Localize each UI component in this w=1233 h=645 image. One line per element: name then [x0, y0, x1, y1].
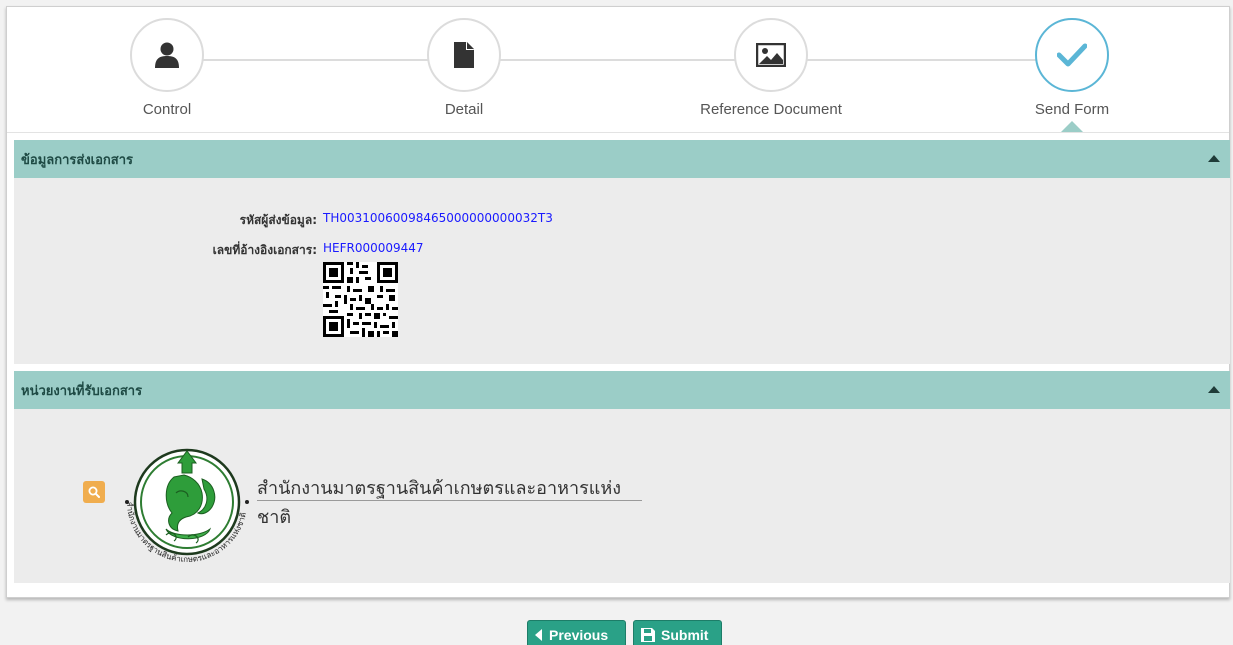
active-step-indicator — [1061, 121, 1083, 132]
search-agency-button[interactable] — [83, 481, 105, 503]
step-detail[interactable]: Detail — [384, 18, 544, 118]
sender-id-value: TH00310060098465000000000032T3 — [323, 211, 553, 225]
step-detail-label: Detail — [444, 101, 484, 118]
step-reference-label: Reference Document — [700, 101, 842, 118]
submit-button[interactable]: Submit — [633, 620, 722, 645]
save-icon — [641, 628, 655, 642]
reference-no-value: HEFR000009447 — [323, 241, 424, 255]
collapse-up-icon[interactable] — [1208, 155, 1220, 162]
step-control-label: Control — [142, 101, 192, 118]
sender-id-row: รหัสผู้ส่งข้อมูล: — [14, 211, 317, 227]
agency-panel: หน่วยงานที่รับเอกสาร สำนักงานมาตรฐานสินค… — [14, 371, 1230, 583]
step-reference-document[interactable]: Reference Document — [691, 18, 851, 118]
step-send-form-circle[interactable] — [1035, 18, 1109, 92]
check-icon — [1057, 43, 1087, 67]
form-window: Control Detail Reference Document Send F… — [6, 6, 1230, 598]
send-info-panel-title: ข้อมูลการส่งเอกสาร — [21, 152, 134, 168]
step-detail-circle[interactable] — [427, 18, 501, 92]
reference-no-value-wrap: HEFR000009447 — [323, 241, 424, 255]
send-info-panel: ข้อมูลการส่งเอกสาร รหัสผู้ส่งข้อมูล: TH0… — [14, 140, 1230, 364]
agency-name-field[interactable]: สำนักงานมาตรฐานสินค้าเกษตรและอาหารแห่งชา… — [257, 467, 642, 528]
agency-panel-title: หน่วยงานที่รับเอกสาร — [21, 383, 143, 399]
submit-button-label: Submit — [661, 627, 709, 643]
agency-panel-header[interactable]: หน่วยงานที่รับเอกสาร — [14, 371, 1230, 409]
user-icon — [155, 42, 179, 68]
previous-button-label: Previous — [549, 627, 609, 643]
reference-no-row: เลขที่อ้างอิงเอกสาร: — [14, 241, 317, 257]
send-info-panel-header[interactable]: ข้อมูลการส่งเอกสาร — [14, 140, 1230, 178]
previous-button[interactable]: Previous — [527, 620, 626, 645]
collapse-up-icon[interactable] — [1208, 386, 1220, 393]
qr-code-icon — [323, 262, 398, 337]
reference-no-label: เลขที่อ้างอิงเอกสาร: — [212, 243, 317, 257]
agency-logo-seal: สำนักงานมาตรฐานสินค้าเกษตรและอาหารแห่งชา… — [125, 448, 249, 564]
step-control-circle[interactable] — [130, 18, 204, 92]
wizard-steps: Control Detail Reference Document Send F… — [7, 7, 1229, 133]
wizard-connector — [167, 59, 1077, 61]
step-control[interactable]: Control — [87, 18, 247, 118]
caret-left-icon — [535, 629, 542, 641]
step-send-form[interactable]: Send Form — [992, 18, 1152, 118]
sender-id-value-wrap: TH00310060098465000000000032T3 — [323, 211, 553, 225]
step-send-form-label: Send Form — [1034, 101, 1110, 118]
step-reference-circle[interactable] — [734, 18, 808, 92]
image-icon — [756, 43, 786, 67]
search-icon — [88, 486, 100, 498]
file-icon — [454, 42, 474, 68]
sender-id-label: รหัสผู้ส่งข้อมูล: — [239, 213, 317, 227]
